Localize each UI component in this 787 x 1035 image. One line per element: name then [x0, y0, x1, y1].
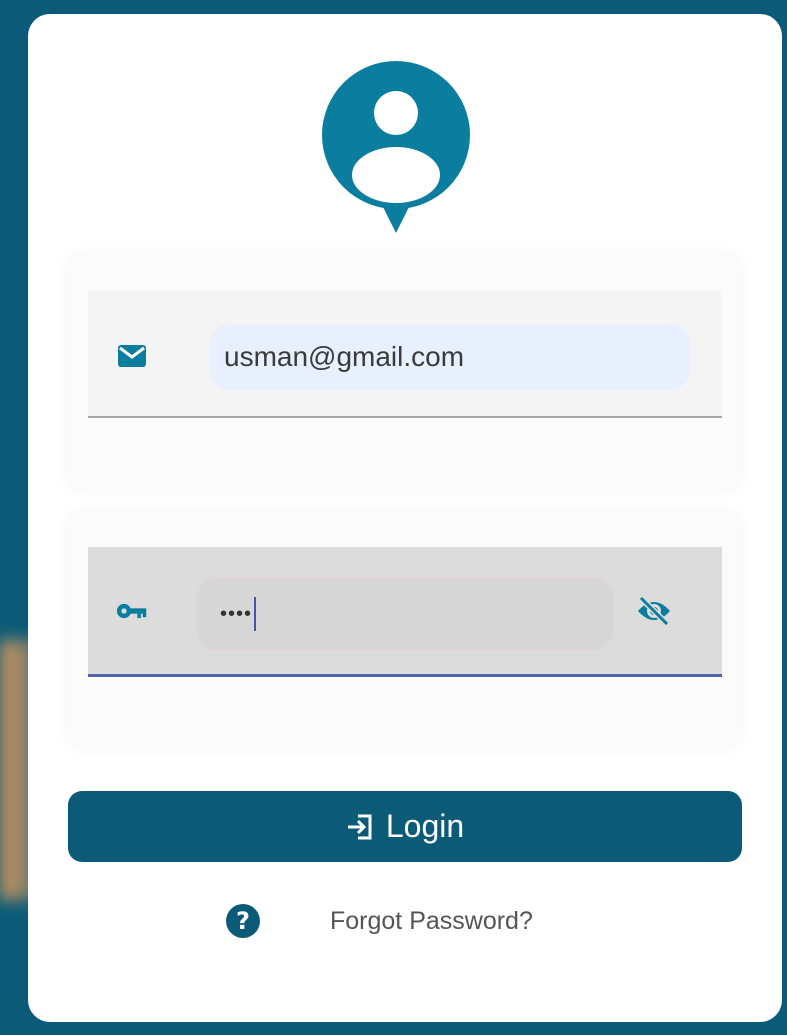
password-field[interactable]: ••••	[88, 547, 722, 677]
envelope-icon	[116, 340, 148, 372]
login-button[interactable]: Login	[68, 791, 742, 862]
email-panel: usman@gmail.com	[66, 254, 742, 490]
login-card: usman@gmail.com •••• Login ? Forgot Pass…	[28, 14, 782, 1022]
user-avatar-icon	[322, 61, 470, 233]
email-value: usman@gmail.com	[224, 341, 465, 372]
help-circle-icon[interactable]: ?	[226, 904, 260, 938]
text-caret	[254, 597, 257, 631]
login-arrow-icon	[347, 814, 372, 839]
forgot-password-row: ? Forgot Password?	[226, 904, 533, 938]
key-icon	[116, 595, 148, 627]
login-button-label: Login	[385, 808, 465, 844]
password-input[interactable]: ••••	[198, 579, 612, 649]
email-input[interactable]: usman@gmail.com	[210, 324, 690, 390]
email-field[interactable]: usman@gmail.com	[88, 290, 722, 418]
password-panel: ••••	[66, 512, 742, 748]
eye-off-icon[interactable]	[636, 595, 672, 627]
forgot-password-link[interactable]: Forgot Password?	[330, 907, 533, 936]
password-value: ••••	[220, 602, 253, 625]
